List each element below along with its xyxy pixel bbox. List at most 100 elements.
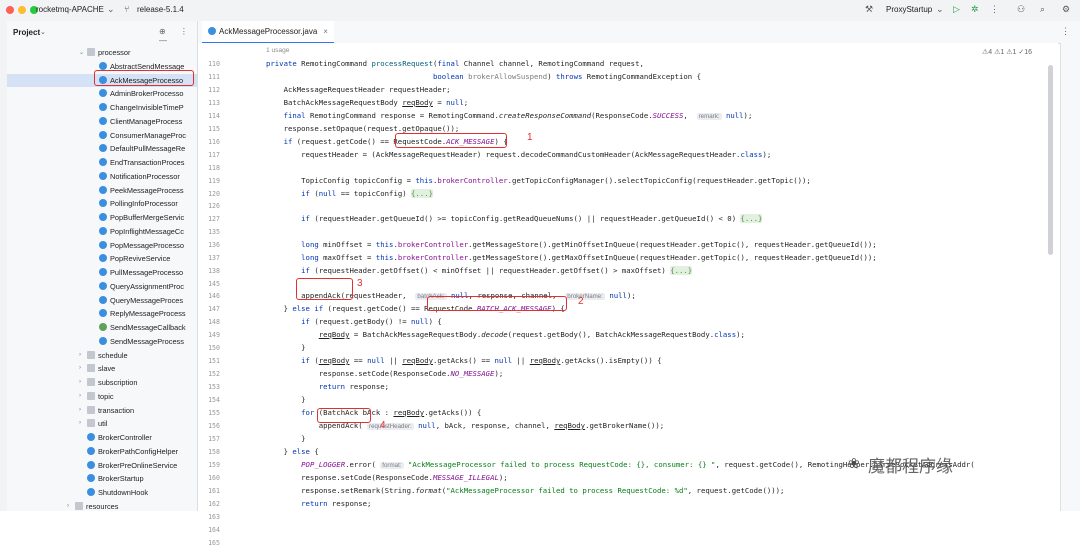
tree-item-label: PollingInfoProcessor <box>110 199 178 209</box>
tree-item[interactable]: PopInflightMessageCc <box>7 225 197 238</box>
tree-folder[interactable]: › slave <box>7 362 197 375</box>
tree-item-label: util <box>98 419 108 429</box>
chevron-down-icon[interactable]: ⌄ <box>40 28 46 36</box>
tree-item[interactable]: AdminBrokerProcesso <box>7 87 197 100</box>
tree-item[interactable]: DefaultPullMessageRe <box>7 142 197 155</box>
code-line-161: response.setRemark(String.format("AckMes… <box>266 486 785 495</box>
tree-item-label: QueryMessageProces <box>110 295 184 305</box>
chevron-right-icon[interactable]: › <box>79 379 81 385</box>
inspection-widget[interactable]: ⚠4 ⚠1 ⚠1 ✓16 <box>982 48 1032 56</box>
tree-item[interactable]: PopReviveService <box>7 252 197 265</box>
line-number: 119 <box>208 177 220 185</box>
tree-item[interactable]: SendMessageProcess <box>7 335 197 348</box>
tree-item[interactable]: BrokerStartup <box>7 472 197 485</box>
chevron-right-icon[interactable]: › <box>79 365 81 371</box>
tree-folder[interactable]: › topic <box>7 390 197 403</box>
java-class-icon <box>208 27 216 35</box>
run-icon[interactable]: ▷ <box>953 4 960 15</box>
folder-icon <box>87 405 95 414</box>
chevron-down-icon[interactable]: ⌄ <box>79 49 84 56</box>
chevron-right-icon[interactable]: › <box>67 503 69 509</box>
tree-item-label: BrokerPreOnlineService <box>98 460 178 470</box>
java-class-icon <box>99 240 107 249</box>
code-line-157: } <box>266 434 306 443</box>
tree-item[interactable]: EndTransactionProces <box>7 156 197 169</box>
java-class-icon <box>99 116 107 125</box>
close-tab-icon[interactable]: × <box>323 27 328 36</box>
line-number: 160 <box>208 474 220 482</box>
code-line-152: response.setCode(ResponseCode.NO_MESSAGE… <box>266 369 504 378</box>
tree-item[interactable]: ConsumerManageProc <box>7 129 197 142</box>
tree-item-label: EndTransactionProces <box>110 158 185 167</box>
debug-icon[interactable]: ✲ <box>971 4 979 15</box>
chevron-right-icon[interactable]: › <box>79 407 81 413</box>
tab-ackmessageprocessor[interactable]: AckMessageProcessor.java × <box>202 21 334 44</box>
usages-hint[interactable]: 1 usage <box>266 47 289 54</box>
tree-item[interactable]: BrokerPathConfigHelper <box>7 445 197 458</box>
tree-item[interactable]: ShutdownHook <box>7 486 197 499</box>
tree-folder[interactable]: › subscription <box>7 376 197 389</box>
tree-item[interactable]: BrokerPreOnlineService <box>7 459 197 472</box>
tree-folder[interactable]: › resources <box>7 500 197 511</box>
tree-item[interactable]: ClientManageProcess <box>7 115 197 128</box>
tree-item[interactable]: PopBufferMergeServic <box>7 211 197 224</box>
java-class-icon <box>99 61 107 70</box>
line-number: 147 <box>208 305 220 313</box>
more-tabs-icon[interactable]: ⋮ <box>1061 26 1070 37</box>
tree-item-label: transaction <box>98 405 135 415</box>
tree-item[interactable]: NotificationProcessor <box>7 170 197 183</box>
editor-scrollbar[interactable] <box>1048 65 1053 255</box>
line-number: 146 <box>208 292 220 300</box>
search-icon[interactable]: ⌕ <box>1040 4 1045 15</box>
tree-item-label: SendMessageProcess <box>110 336 184 346</box>
tree-item[interactable]: SendMessageCallback <box>7 321 197 334</box>
java-class-icon <box>99 199 107 208</box>
tree-folder[interactable]: › schedule <box>7 349 197 362</box>
code-line-111: boolean brokerAllowSuspend) throws Remot… <box>432 72 701 81</box>
panel-tools[interactable]: ⊕ ⋮ — <box>159 27 197 45</box>
close-window-button[interactable] <box>6 6 14 14</box>
code-line-119: TopicConfig topicConfig = this.brokerCon… <box>266 176 811 185</box>
chevron-right-icon[interactable]: › <box>79 393 81 399</box>
chevron-right-icon[interactable]: › <box>79 352 81 358</box>
tree-item[interactable]: PopMessageProcesso <box>7 239 197 252</box>
tree-item[interactable]: PullMessageProcesso <box>7 266 197 279</box>
settings-icon[interactable]: ⚙ <box>1062 4 1070 15</box>
code-line-137: long maxOffset = this.brokerController.g… <box>301 253 877 262</box>
left-tool-strip <box>0 21 7 511</box>
line-number: 162 <box>208 500 220 508</box>
project-switcher[interactable]: rocketmq-APACHE <box>36 5 104 14</box>
tree-item[interactable]: PollingInfoProcessor <box>7 197 197 210</box>
run-config-selector[interactable]: ProxyStartup <box>886 5 932 14</box>
tree-folder[interactable]: › transaction <box>7 404 197 417</box>
code-line-114: final RemotingCommand response = Remotin… <box>283 111 753 120</box>
chevron-right-icon[interactable]: › <box>79 420 81 426</box>
tree-item-label: ConsumerManageProc <box>110 130 186 140</box>
tree-item-label: slave <box>98 364 116 374</box>
branch-switcher[interactable]: release-5.1.4 <box>137 5 184 14</box>
tree-item[interactable]: BrokerController <box>7 431 197 444</box>
line-number: 165 <box>208 539 220 547</box>
tree-item[interactable]: PeekMessageProcess <box>7 184 197 197</box>
tree-item[interactable]: QueryAssignmentProc <box>7 280 197 293</box>
highlight-box <box>94 70 194 86</box>
folder-icon <box>87 48 95 56</box>
tree-item[interactable]: ChangeInvisibleTimeP <box>7 101 197 114</box>
more-actions-icon[interactable]: ⋮ <box>990 4 999 15</box>
chevron-down-icon: ⌄ <box>936 4 944 14</box>
tree-item-label: BrokerController <box>98 433 152 442</box>
build-hammer-icon[interactable]: ⚒ <box>865 4 873 15</box>
tree-folder[interactable]: › util <box>7 417 197 430</box>
minimize-window-button[interactable] <box>18 6 26 14</box>
tree-folder[interactable]: ⌄ processor <box>7 46 197 59</box>
project-panel-title[interactable]: Project <box>13 28 40 37</box>
line-number: 154 <box>208 396 220 404</box>
code-line-153: return response; <box>318 382 390 391</box>
tree-item[interactable]: QueryMessageProces <box>7 294 197 307</box>
line-number: 135 <box>208 228 220 236</box>
right-tool-strip <box>1060 43 1080 511</box>
add-user-icon[interactable]: ⚇ <box>1017 4 1025 15</box>
tree-item[interactable]: ReplyMessageProcess <box>7 307 197 320</box>
code-line-112: AckMessageRequestHeader requestHeader; <box>266 85 451 94</box>
code-editor[interactable]: 1 usage private RemotingCommand processR… <box>258 43 1058 511</box>
